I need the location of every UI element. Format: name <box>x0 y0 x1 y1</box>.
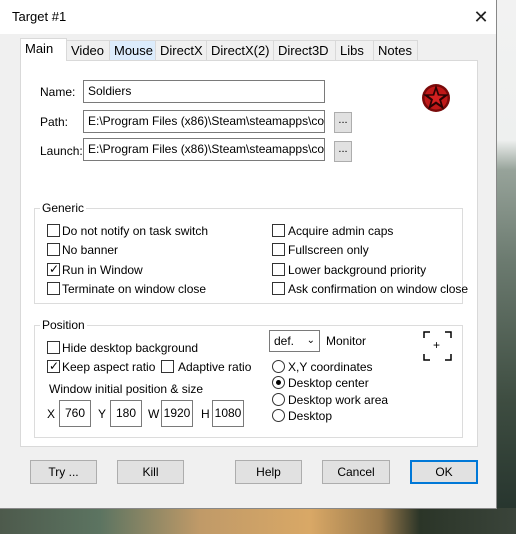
no-banner-label: No banner <box>62 243 119 257</box>
ask-confirmation-label: Ask confirmation on window close <box>288 282 469 296</box>
path-input[interactable]: E:\Program Files (x86)\Steam\steamapps\c… <box>83 110 325 133</box>
checkmark-icon: ✓ <box>49 359 60 373</box>
x-input[interactable]: 760 <box>59 400 91 427</box>
monitor-select[interactable]: def. ⌄ <box>269 330 320 352</box>
monitor-label: Monitor <box>326 334 367 348</box>
radio-xy-coordinates[interactable] <box>272 360 285 373</box>
tab-directx[interactable]: DirectX <box>155 40 207 60</box>
lower-priority-checkbox[interactable] <box>272 263 285 276</box>
keep-aspect-label: Keep aspect ratio <box>62 360 156 374</box>
tab-video[interactable]: Video <box>66 40 110 60</box>
do-not-notify-label: Do not notify on task switch <box>62 224 209 238</box>
crosshair-plus-icon: + <box>433 338 441 352</box>
y-label: Y <box>98 407 107 421</box>
ok-button[interactable]: OK <box>410 460 478 484</box>
launch-input[interactable]: E:\Program Files (x86)\Steam\steamapps\c… <box>83 138 325 161</box>
window-title: Target #1 <box>12 9 67 24</box>
radio-desktop-center-label: Desktop center <box>288 376 369 390</box>
desktop-background <box>496 0 516 534</box>
name-input[interactable]: Soldiers <box>83 80 325 103</box>
chevron-down-icon: ⌄ <box>306 335 315 346</box>
try-button[interactable]: Try ... <box>30 460 97 484</box>
desktop-background-bottom <box>0 508 516 534</box>
checkmark-icon: ✓ <box>49 262 60 276</box>
initial-position-label: Window initial position & size <box>49 382 204 396</box>
radio-desktop-work-area[interactable] <box>272 393 285 406</box>
tab-main[interactable]: Main <box>20 38 67 61</box>
radio-desktop-label: Desktop <box>288 409 333 423</box>
adaptive-ratio-checkbox[interactable] <box>161 360 174 373</box>
position-group-title: Position <box>40 318 87 332</box>
fullscreen-only-label: Fullscreen only <box>288 243 369 257</box>
acquire-admin-checkbox[interactable] <box>272 224 285 237</box>
radio-xy-coordinates-label: X,Y coordinates <box>288 360 373 374</box>
tab-notes[interactable]: Notes <box>373 40 418 60</box>
w-label: W <box>148 407 160 421</box>
hide-desktop-bg-label: Hide desktop background <box>62 341 199 355</box>
adaptive-ratio-label: Adaptive ratio <box>178 360 252 374</box>
path-browse-button[interactable]: ... <box>334 112 352 133</box>
tab-libs[interactable]: Libs <box>335 40 374 60</box>
fullscreen-only-checkbox[interactable] <box>272 243 285 256</box>
terminate-on-close-checkbox[interactable] <box>47 282 60 295</box>
launch-label: Launch: <box>40 144 83 158</box>
acquire-admin-label: Acquire admin caps <box>288 224 394 238</box>
y-input[interactable]: 180 <box>110 400 142 427</box>
radio-desktop-center[interactable] <box>272 376 285 389</box>
run-in-window-label: Run in Window <box>62 263 143 277</box>
tab-mouse[interactable]: Mouse <box>109 40 156 60</box>
radio-desktop-work-area-label: Desktop work area <box>288 393 389 407</box>
position-crosshair-button[interactable]: + <box>423 331 452 361</box>
h-label: H <box>201 407 210 421</box>
radio-desktop[interactable] <box>272 409 285 422</box>
do-not-notify-checkbox[interactable] <box>47 224 60 237</box>
red-star-logo-icon <box>422 84 450 112</box>
x-label: X <box>47 407 56 421</box>
no-banner-checkbox[interactable] <box>47 243 60 256</box>
keep-aspect-checkbox[interactable]: ✓ <box>47 359 60 373</box>
kill-button[interactable]: Kill <box>117 460 184 484</box>
ask-confirmation-checkbox[interactable] <box>272 282 285 295</box>
path-label: Path: <box>40 115 69 129</box>
radio-selected-dot <box>276 380 281 385</box>
cancel-button[interactable]: Cancel <box>322 460 390 484</box>
title-bar[interactable]: Target #1 ✕ <box>0 0 496 34</box>
h-input[interactable]: 1080 <box>212 400 244 427</box>
w-input[interactable]: 1920 <box>161 400 193 427</box>
help-button[interactable]: Help <box>235 460 302 484</box>
monitor-select-value: def. <box>274 334 295 348</box>
close-icon[interactable]: ✕ <box>470 4 492 30</box>
tab-directx2[interactable]: DirectX(2) <box>206 40 274 60</box>
lower-priority-label: Lower background priority <box>288 263 427 277</box>
target-dialog: Target #1 ✕ Main Video Mouse DirectX Dir… <box>0 0 497 509</box>
run-in-window-checkbox[interactable]: ✓ <box>47 262 60 276</box>
hide-desktop-bg-checkbox[interactable] <box>47 341 60 354</box>
terminate-on-close-label: Terminate on window close <box>62 282 207 296</box>
launch-browse-button[interactable]: ... <box>334 141 352 162</box>
tab-direct3d[interactable]: Direct3D <box>273 40 336 60</box>
name-label: Name: <box>40 85 76 99</box>
generic-group-title: Generic <box>40 201 87 215</box>
